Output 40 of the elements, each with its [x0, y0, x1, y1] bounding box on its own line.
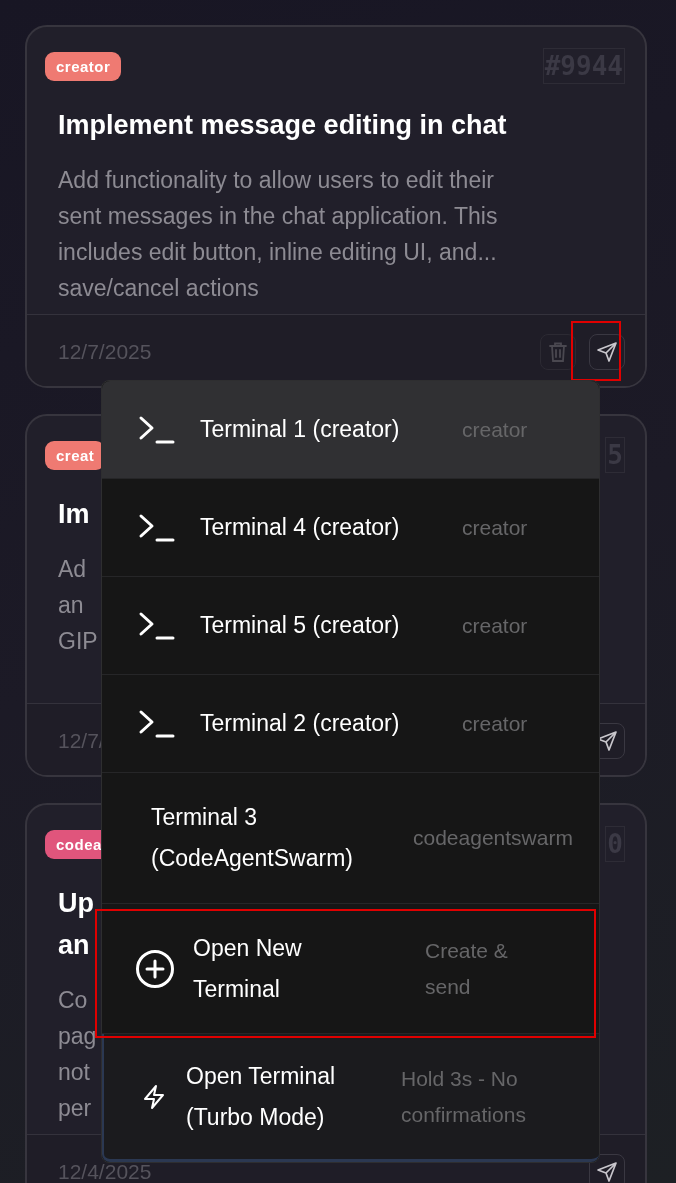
highlight-frame	[571, 321, 621, 381]
menu-item[interactable]: Terminal 5 (creator) creator	[102, 577, 599, 675]
item-label: Terminal 4 (creator)	[200, 513, 401, 542]
menu-item[interactable]: Terminal 4 (creator) creator	[102, 479, 599, 577]
task-description: GIP	[58, 627, 98, 656]
task-title: Im	[58, 498, 90, 531]
trash-icon	[548, 341, 568, 363]
item-label: Open New Terminal	[193, 933, 303, 1004]
task-description: sent messages in the chat application. This	[58, 202, 498, 231]
item-label: Terminal 1 (creator)	[200, 415, 401, 444]
send-icon	[596, 341, 618, 363]
task-description: Co	[58, 986, 88, 1015]
task-title: Up	[58, 887, 94, 920]
send-button[interactable]	[589, 334, 625, 370]
item-detail: creator	[462, 514, 528, 541]
item-detail: creator	[462, 710, 528, 737]
task-description: save/cancel actions	[58, 274, 259, 303]
task-description: an	[58, 591, 84, 620]
task-title: Implement message editing in chat	[58, 109, 507, 142]
task-description: per	[58, 1094, 92, 1123]
item-detail: codeagentswarm	[413, 825, 573, 851]
item-detail: creator	[462, 612, 528, 639]
tag-badge: creator	[45, 51, 122, 81]
item-label: Terminal 2 (creator)	[200, 709, 401, 738]
menu-item[interactable]: Terminal 2 (creator) creator	[102, 675, 599, 773]
task-description: Ad	[58, 555, 87, 584]
task-title: an	[58, 929, 90, 962]
item-detail: Hold 3s - No confirmations	[401, 1065, 527, 1128]
send-icon	[596, 1161, 618, 1183]
delete-button[interactable]	[540, 334, 576, 370]
item-label: Terminal 5 (creator)	[200, 611, 401, 640]
task-description: pag	[58, 1022, 97, 1051]
item-label: Open Terminal (Turbo Mode)	[186, 1061, 337, 1132]
task-description: not	[58, 1058, 90, 1087]
menu-item[interactable]: Open Terminal (Turbo Mode) Hold 3s - No confirmations	[102, 1034, 599, 1162]
item-label: Terminal 3 (CodeAgentSwarm)	[151, 803, 354, 873]
item-detail: Create & send	[425, 937, 509, 1000]
menu-item[interactable]: Terminal 3 (CodeAgentSwarm) codeagentswarm	[102, 773, 599, 904]
task-description: includes edit button, inline editing UI, and...	[58, 238, 497, 267]
task-description: Add functionality to allow users to edit their	[58, 166, 494, 195]
